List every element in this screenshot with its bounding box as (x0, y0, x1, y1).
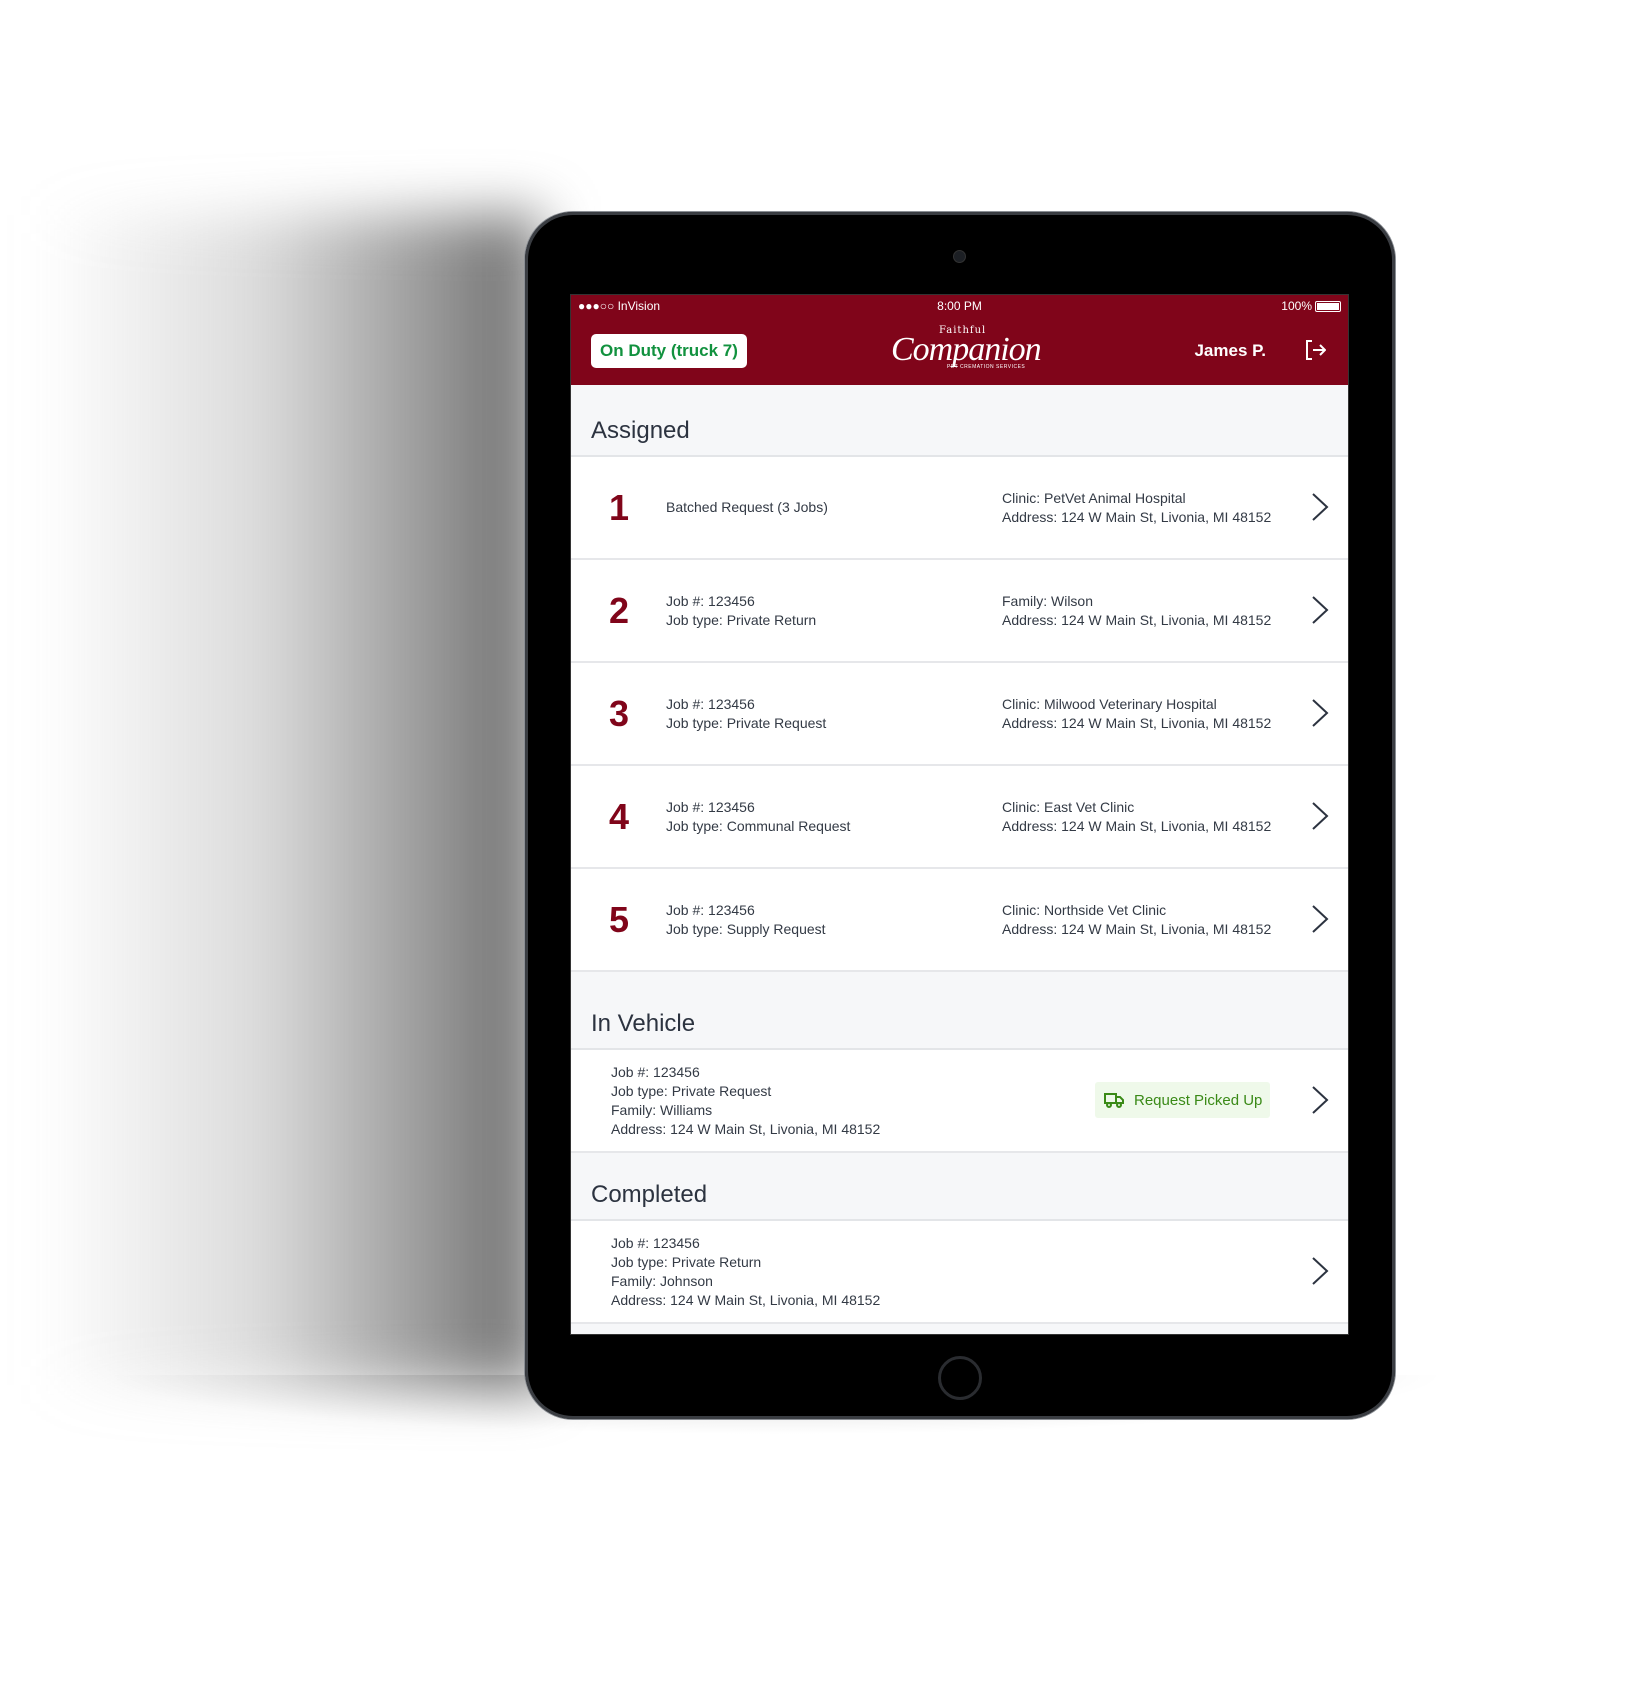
job-line: Job type: Private Return (666, 611, 817, 628)
location-line: Clinic: Milwood Veterinary Hospital (1002, 695, 1217, 712)
location-line: Family: Wilson (1002, 592, 1094, 609)
job-location: Clinic: Milwood Veterinary Hospital Addre… (1002, 663, 1271, 764)
job-line: Job #: 123456 (666, 798, 755, 815)
chevron-right-icon[interactable] (1311, 1256, 1329, 1286)
job-address: Address: 124 W Main St, Livonia, MI 4815… (611, 1120, 881, 1137)
job-order-number: 3 (609, 693, 630, 734)
chevron-right-icon[interactable] (1311, 492, 1329, 522)
job-details: Job #: 123456 Job type: Private Return F… (611, 1221, 880, 1322)
job-line: Batched Request (3 Jobs) (666, 499, 828, 515)
job-family: Family: Williams (611, 1101, 713, 1118)
job-line: Job #: 123456 (666, 901, 755, 918)
user-name[interactable]: James P. (1194, 341, 1266, 361)
job-order-number: 4 (609, 796, 630, 837)
job-location: Clinic: Northside Vet Clinic Address: 124… (1002, 869, 1271, 970)
job-address: Address: 124 W Main St, Livonia, MI 4815… (611, 1291, 881, 1308)
logo-main: Companion (891, 331, 1042, 368)
job-location: Family: Wilson Address: 124 W Main St, Li… (1002, 560, 1271, 661)
job-summary: Job #: 123456 Job type: Communal Request (666, 766, 850, 867)
job-line: Job #: 123456 (666, 695, 755, 712)
job-number: Job #: 123456 (611, 1234, 700, 1251)
app-screen: ●●●○○ InVision 8:00 PM 100% On Duty (tru… (570, 294, 1349, 1335)
location-line: Clinic: PetVet Animal Hospital (1002, 489, 1186, 506)
job-line: Job type: Private Request (666, 714, 827, 731)
section-title: Completed (591, 1181, 708, 1208)
list-item[interactable]: 3 Job #: 123456 Job type: Private Request C… (571, 663, 1348, 766)
list-item[interactable]: 2 Job #: 123456 Job type: Private Return Fa… (571, 560, 1348, 663)
app-header: On Duty (truck 7) Faithful Companion PET… (571, 317, 1348, 385)
chevron-right-icon[interactable] (1311, 698, 1329, 728)
list-item[interactable]: Job #: 123456 Job type: Private Request … (571, 1050, 1348, 1153)
job-order-number: 5 (609, 899, 630, 940)
job-summary: Batched Request (3 Jobs) (666, 457, 828, 558)
location-line: Clinic: East Vet Clinic (1002, 798, 1135, 815)
duty-status-button[interactable]: On Duty (truck 7) (591, 334, 747, 368)
list-item[interactable]: 1 Batched Request (3 Jobs) Clinic: PetVet … (571, 457, 1348, 560)
job-line: Job type: Communal Request (666, 817, 851, 834)
location-line: Clinic: Northside Vet Clinic (1002, 901, 1167, 918)
chevron-right-icon[interactable] (1311, 1085, 1329, 1115)
action-label: Request Picked Up (1134, 1091, 1263, 1109)
job-type: Job type: Private Return (611, 1253, 762, 1270)
battery-icon (1315, 301, 1341, 313)
list-item[interactable]: 5 Job #: 123456 Job type: Supply Request Cl… (571, 869, 1348, 972)
location-line: Address: 124 W Main St, Livonia, MI 4815… (1002, 611, 1272, 628)
job-summary: Job #: 123456 Job type: Private Request (666, 663, 826, 764)
section-assigned: Assigned (571, 385, 1348, 457)
job-line: Job type: Supply Request (666, 920, 826, 937)
section-title: In Vehicle (591, 1010, 696, 1037)
logout-icon[interactable] (1304, 339, 1327, 366)
chevron-right-icon[interactable] (1311, 595, 1329, 625)
location-line: Address: 124 W Main St, Livonia, MI 4815… (1002, 817, 1272, 834)
location-line: Address: 124 W Main St, Livonia, MI 4815… (1002, 508, 1272, 525)
job-type: Job type: Private Request (611, 1082, 772, 1099)
job-family: Family: Johnson (611, 1272, 713, 1289)
job-order-number: 1 (609, 487, 630, 528)
job-summary: Job #: 123456 Job type: Supply Request (666, 869, 826, 970)
section-in-vehicle: In Vehicle (571, 972, 1348, 1050)
camera-icon (953, 250, 966, 263)
job-details: Job #: 123456 Job type: Private Request … (611, 1050, 880, 1151)
job-line: Job #: 123456 (666, 592, 755, 609)
section-title: Assigned (591, 417, 690, 444)
status-bar: ●●●○○ InVision 8:00 PM 100% (571, 295, 1348, 317)
location-line: Address: 124 W Main St, Livonia, MI 4815… (1002, 714, 1272, 731)
section-completed: Completed (571, 1153, 1348, 1221)
job-location: Clinic: East Vet Clinic Address: 124 W Ma… (1002, 766, 1271, 867)
job-number: Job #: 123456 (611, 1063, 700, 1080)
truck-icon (1104, 1093, 1124, 1108)
job-location: Clinic: PetVet Animal Hospital Address: 1… (1002, 457, 1271, 558)
device-shadow (40, 215, 540, 1385)
job-order-number: 2 (609, 590, 630, 631)
job-summary: Job #: 123456 Job type: Private Return (666, 560, 816, 661)
chevron-right-icon[interactable] (1311, 801, 1329, 831)
list-item[interactable]: Job #: 123456 Job type: Private Return F… (571, 1221, 1348, 1324)
list-item[interactable]: 4 Job #: 123456 Job type: Communal Request… (571, 766, 1348, 869)
request-picked-up-button[interactable]: Request Picked Up (1095, 1082, 1270, 1118)
clock: 8:00 PM (937, 299, 982, 313)
chevron-right-icon[interactable] (1311, 904, 1329, 934)
home-button[interactable] (938, 1356, 982, 1400)
location-line: Address: 124 W Main St, Livonia, MI 4815… (1002, 920, 1272, 937)
brand-logo: Faithful Companion PET CREMATION SERVICE… (891, 325, 1042, 370)
